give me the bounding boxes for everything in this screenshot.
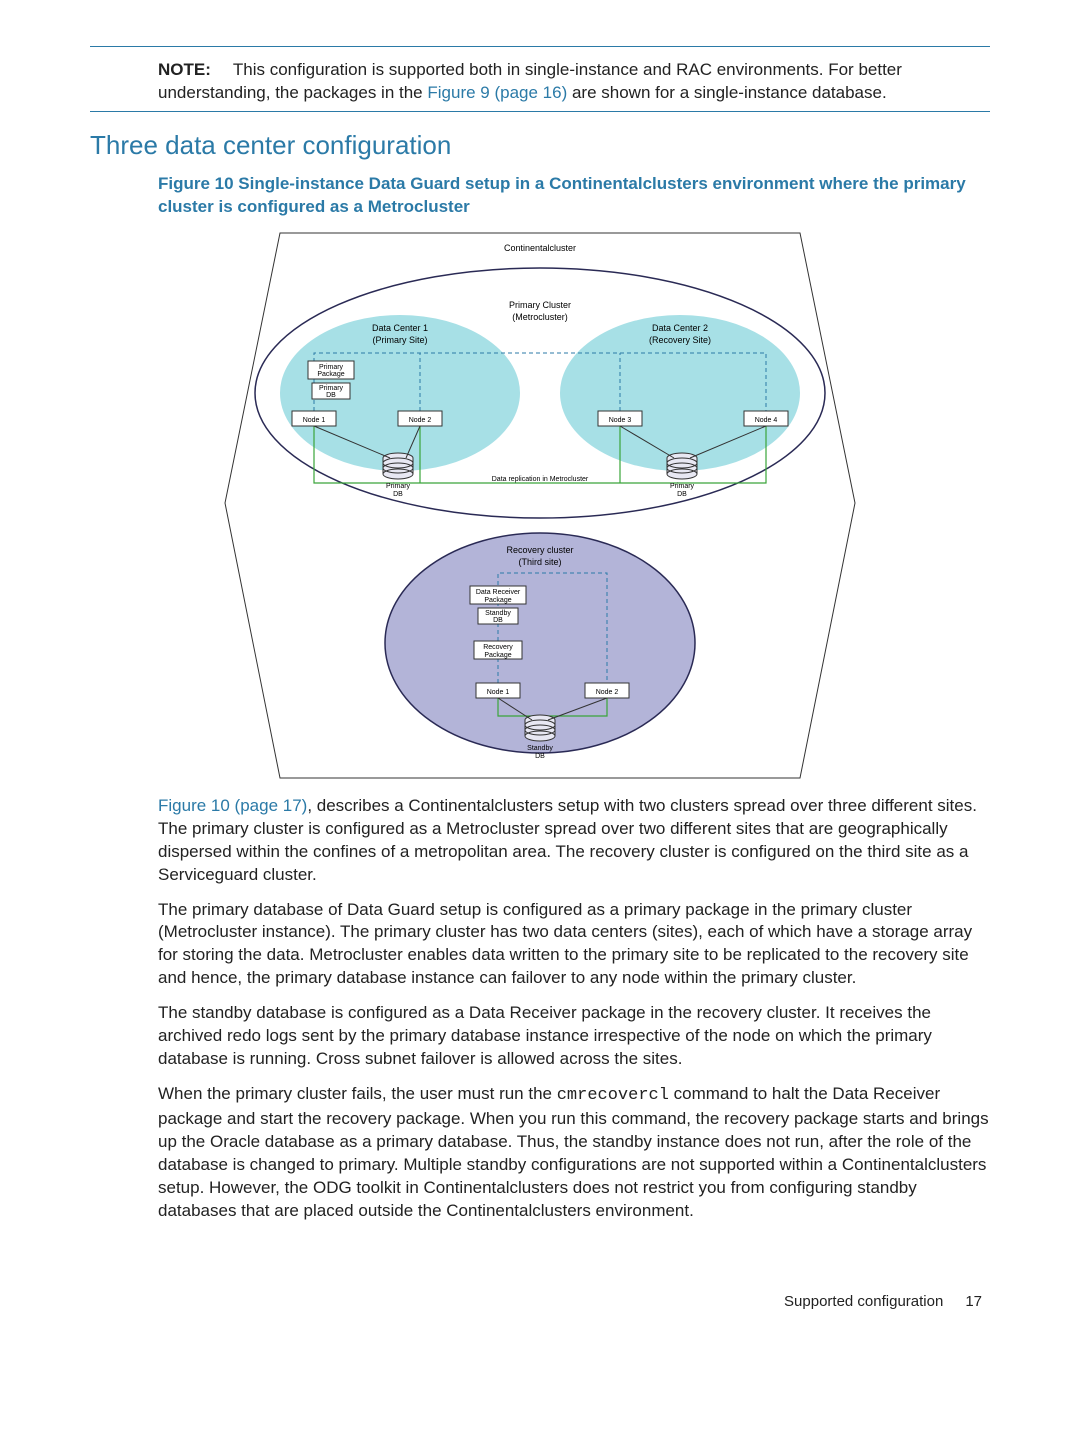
lbl-drp-1: Data Receiver xyxy=(476,589,521,596)
lbl-sdb-2: DB xyxy=(493,617,503,624)
note-block: NOTE:This configuration is supported bot… xyxy=(158,59,990,105)
page-footer: Supported configuration 17 xyxy=(90,1293,982,1310)
footer-page: 17 xyxy=(965,1293,982,1310)
primary-db-left-cylinder: Primary DB xyxy=(383,453,413,498)
note-label: NOTE: xyxy=(158,60,211,79)
lbl-rnode1: Node 1 xyxy=(487,689,510,696)
paragraph-1: Figure 10 (page 17), describes a Contine… xyxy=(158,795,990,887)
figure-caption: Figure 10 Single-instance Data Guard set… xyxy=(158,173,990,219)
lbl-sdbcyl-2: DB xyxy=(535,753,545,760)
rule-bottom xyxy=(90,111,990,112)
lbl-rpkg-2: Package xyxy=(484,652,511,659)
lbl-ppkg-1: Primary xyxy=(319,364,344,371)
lbl-pdb-right-2: DB xyxy=(677,491,687,498)
lbl-dc1-1: Data Center 1 xyxy=(372,323,428,333)
lbl-node3: Node 3 xyxy=(609,417,632,424)
lbl-node4: Node 4 xyxy=(755,417,778,424)
lbl-dc1-2: (Primary Site) xyxy=(372,335,427,345)
lbl-pdb-left-1: Primary xyxy=(386,483,411,490)
lbl-node2: Node 2 xyxy=(409,417,432,424)
lbl-primcluster-1: Primary Cluster xyxy=(509,300,571,310)
lbl-pdb-right-1: Primary xyxy=(670,483,695,490)
lbl-rpkg-1: Recovery xyxy=(483,644,513,651)
note-figure-link[interactable]: Figure 9 (page 16) xyxy=(427,83,567,102)
lbl-dc2-2: (Recovery Site) xyxy=(649,335,711,345)
lbl-repl: Data replication in Metrocluster xyxy=(492,476,589,483)
diagram-svg: Continentalcluster Primary Cluster (Metr… xyxy=(220,223,860,783)
lbl-rec-2: (Third site) xyxy=(518,557,561,567)
lbl-pdb-1: Primary xyxy=(319,385,344,392)
lbl-sdb-1: Standby xyxy=(485,610,511,617)
footer-title: Supported configuration xyxy=(784,1293,943,1310)
lbl-sdbcyl-1: Standby xyxy=(527,745,553,752)
lbl-ppkg-2: Package xyxy=(317,371,344,378)
lbl-dc2-1: Data Center 2 xyxy=(652,323,708,333)
figure-diagram: Continentalcluster Primary Cluster (Metr… xyxy=(90,223,990,783)
lbl-node1: Node 1 xyxy=(303,417,326,424)
lbl-primcluster-2: (Metrocluster) xyxy=(512,312,568,322)
paragraph-4: When the primary cluster fails, the user… xyxy=(158,1083,990,1223)
p4-code: cmrecovercl xyxy=(557,1086,669,1105)
lbl-continentalcluster: Continentalcluster xyxy=(504,243,576,253)
lbl-rnode2: Node 2 xyxy=(596,689,619,696)
section-heading: Three data center configuration xyxy=(90,130,990,161)
paragraph-3: The standby database is configured as a … xyxy=(158,1002,990,1071)
lbl-drp-2: Package xyxy=(484,597,511,604)
lbl-pdb-left-2: DB xyxy=(393,491,403,498)
lbl-pdb-2: DB xyxy=(326,392,336,399)
p1-figure-link[interactable]: Figure 10 (page 17) xyxy=(158,796,307,815)
primary-db-right-cylinder: Primary DB xyxy=(667,453,697,498)
rule-top xyxy=(90,46,990,47)
p4-before: When the primary cluster fails, the user… xyxy=(158,1084,557,1103)
paragraph-2: The primary database of Data Guard setup… xyxy=(158,899,990,991)
lbl-rec-1: Recovery cluster xyxy=(506,545,573,555)
note-text-after: are shown for a single-instance database… xyxy=(567,83,886,102)
